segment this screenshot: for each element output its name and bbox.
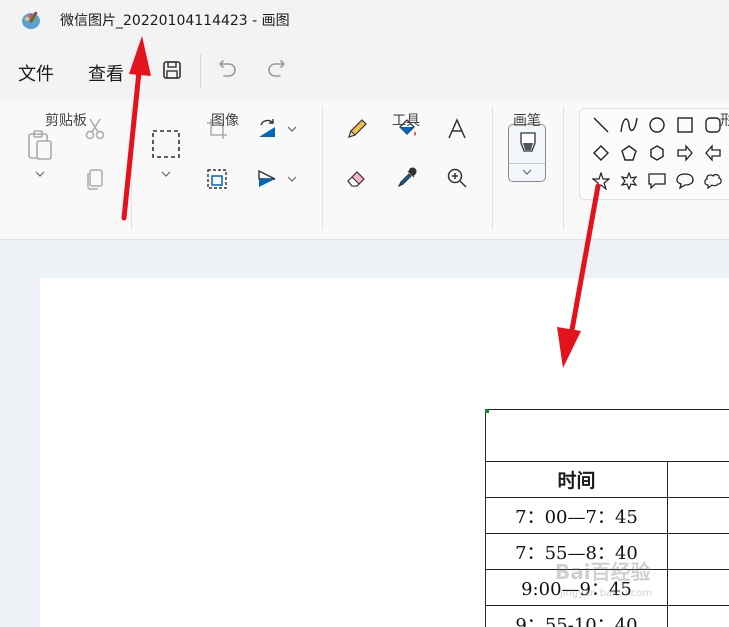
table-cell [667,497,729,534]
cloud-callout-shape-icon [704,173,722,190]
pentagon-shape-icon [621,145,637,161]
left-arrow-shape-icon [705,144,721,162]
resize-button[interactable] [202,164,232,194]
ribbon-divider [322,106,323,230]
table-cell [667,533,729,570]
table-cell-time: 9：55-10：40 [485,605,668,627]
brush-button[interactable] [508,124,546,182]
shape-pentagon[interactable] [618,142,640,164]
chevron-down-icon[interactable] [286,173,298,185]
shape-right-arrow[interactable] [674,142,696,164]
color-picker-button[interactable] [392,163,422,193]
cut-icon [85,118,105,140]
paste-icon [28,130,52,160]
eraser-icon [347,171,365,187]
star-shape-icon [592,172,610,190]
table-title-cell [485,409,729,462]
chevron-down-icon[interactable] [522,169,532,175]
chevron-down-icon[interactable] [160,168,172,180]
rectangle-shape-icon [677,117,693,133]
menu-file[interactable]: 文件 [18,60,54,86]
copy-icon [87,169,103,190]
copy-button[interactable] [80,163,110,193]
select-rectangle-icon [152,130,180,158]
text-button[interactable] [442,114,472,144]
oval-shape-icon [649,117,665,133]
menu-divider [200,54,201,88]
watermark: Bai百经验 [555,560,651,584]
table-row: 7：00—7：45 [485,497,729,534]
magnifier-button[interactable] [442,163,472,193]
ribbon-divider [131,106,132,230]
flip-icon [258,169,276,187]
resize-icon [207,169,227,189]
redo-button[interactable] [262,56,290,84]
chevron-down-icon[interactable] [286,123,298,135]
hexagon-shape-icon [650,145,664,161]
group-label-brushes: 画笔 [513,113,541,129]
rotate-button[interactable] [252,114,282,144]
shape-rectangle[interactable] [674,114,696,136]
redo-icon [268,60,285,77]
shape-callout-oval[interactable] [674,170,696,192]
table-row: 9：55-10：40 [485,605,729,627]
chevron-down-icon[interactable] [34,168,46,180]
menu-bar: 文件 查看 [0,40,729,100]
shape-line[interactable] [590,114,612,136]
undo-button[interactable] [214,56,242,84]
rectangle-callout-shape-icon [648,173,666,190]
flip-button[interactable] [252,164,282,194]
pencil-button[interactable] [342,114,372,144]
curve-shape-icon [620,117,638,133]
table-cell [667,569,729,606]
brush-icon [520,132,536,152]
shape-curve[interactable] [618,114,640,136]
line-shape-icon [593,117,609,133]
table-cell [667,605,729,627]
group-label-image: 图像 [211,113,239,129]
shape-star-six[interactable] [618,170,640,192]
selection-marker [485,409,489,413]
table-cell [667,461,729,498]
ribbon-divider [563,106,564,230]
undo-icon [219,60,236,77]
rotate-icon [259,119,275,137]
shape-callout-rect[interactable] [646,170,668,192]
color-picker-icon [397,167,417,188]
group-label-clipboard: 剪贴板 [45,113,87,129]
save-button[interactable] [158,56,186,84]
right-arrow-shape-icon [677,144,693,162]
shape-star-four[interactable] [590,170,612,192]
table-header-time: 时间 [485,461,668,498]
table-cell-time: 7：00—7：45 [485,497,668,534]
group-label-shapes: 形 [720,113,729,129]
save-icon [163,61,181,79]
shape-callout-cloud[interactable] [702,170,724,192]
ribbon-divider [492,106,493,230]
pencil-icon [348,119,367,138]
eraser-button[interactable] [342,163,372,193]
diamond-shape-icon [593,145,609,161]
paint-palette-icon [20,9,42,31]
paste-button[interactable] [24,128,56,162]
magnifier-icon [447,168,467,188]
shape-left-arrow[interactable] [702,142,724,164]
oval-callout-shape-icon [676,173,694,190]
shape-diamond[interactable] [590,142,612,164]
shape-hexagon[interactable] [646,142,668,164]
text-icon [448,118,466,139]
window-title: 微信图片_20220104114423 - 画图 [60,13,290,29]
title-bar: 微信图片_20220104114423 - 画图 [0,0,729,40]
menu-view[interactable]: 查看 [88,60,124,86]
six-point-star-shape-icon [620,172,638,190]
group-label-tools: 工具 [392,113,420,129]
shape-oval[interactable] [646,114,668,136]
watermark-sub: jingyan.baidu.com [560,588,653,599]
select-button[interactable] [150,128,182,160]
